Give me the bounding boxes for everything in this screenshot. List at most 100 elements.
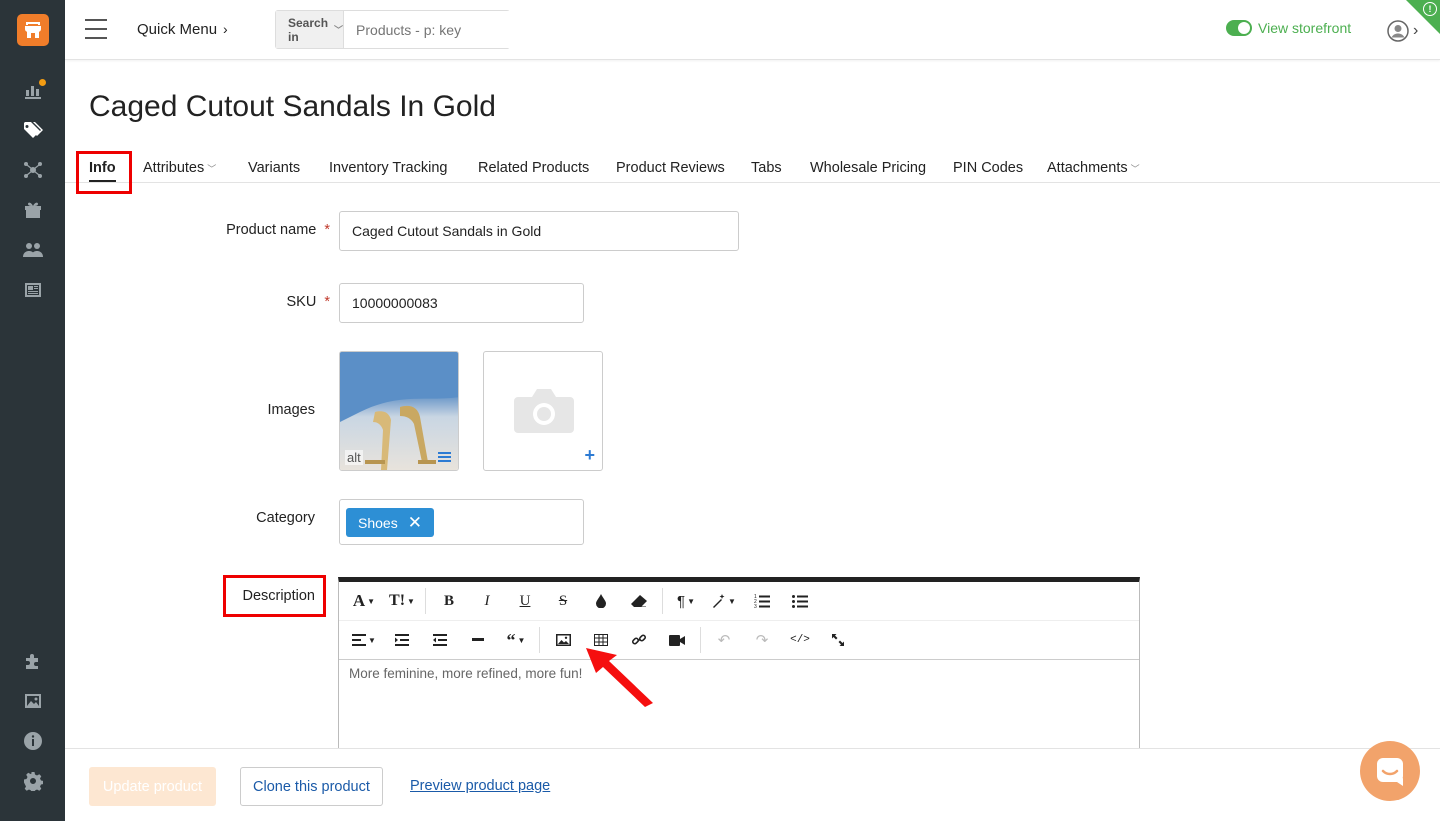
addons-puzzle-icon[interactable]	[22, 650, 44, 672]
update-product-button[interactable]: Update product	[89, 767, 216, 806]
add-image-slot[interactable]: +	[483, 351, 603, 471]
tab-label: Attributes	[143, 160, 205, 176]
sidebar	[0, 0, 65, 821]
quick-menu[interactable]: Quick Menu ›	[137, 21, 228, 38]
magic-style-icon[interactable]: ▼	[705, 586, 743, 616]
text-color-icon[interactable]	[582, 586, 620, 616]
camera-icon	[514, 389, 574, 433]
settings-gear-icon[interactable]	[22, 770, 44, 792]
bold-icon[interactable]: B	[430, 586, 468, 616]
chevron-down-icon: ﹀	[1130, 164, 1140, 174]
tab-pin-codes[interactable]: PIN Codes	[953, 160, 1023, 176]
required-mark: *	[324, 222, 330, 238]
unordered-list-icon[interactable]	[781, 586, 819, 616]
video-icon[interactable]	[658, 625, 696, 655]
dashboard-icon[interactable]	[22, 79, 46, 101]
description-editor: A ▼ T! ▼ B I U S ¶ ▼ ▼ 123 ▼ “ ▼ ↶ ↷ </>…	[338, 577, 1140, 757]
align-icon[interactable]: ▼	[345, 625, 383, 655]
chevron-down-icon: ﹀	[207, 164, 217, 174]
fullscreen-icon[interactable]	[819, 625, 857, 655]
chevron-down-icon: ﹀	[334, 25, 344, 35]
chat-support-button[interactable]	[1360, 741, 1420, 801]
tab-wholesale-pricing[interactable]: Wholesale Pricing	[810, 160, 926, 176]
marketing-icon[interactable]	[22, 159, 44, 181]
product-name-label-text: Product name	[226, 222, 317, 238]
tab-label: Attachments	[1047, 160, 1128, 176]
tab-attributes[interactable]: Attributes ﹀	[143, 160, 216, 176]
undo-icon[interactable]: ↶	[705, 625, 743, 655]
footer-actions: Update product Clone this product Previe…	[65, 748, 1440, 821]
code-view-icon[interactable]: </>	[781, 625, 819, 655]
tab-label: PIN Codes	[953, 160, 1024, 176]
underline-icon[interactable]: U	[506, 586, 544, 616]
top-header: Quick Menu › Search in ﹀ View storefront ›…	[65, 0, 1440, 60]
toolbar-separator	[662, 588, 663, 614]
required-mark: *	[324, 294, 330, 310]
sku-input[interactable]	[339, 283, 584, 323]
tab-label: Tabs	[751, 160, 782, 176]
product-image-thumbnail[interactable]: alt	[339, 351, 459, 471]
gift-icon[interactable]	[22, 199, 44, 221]
view-storefront-label: View storefront	[1258, 20, 1352, 36]
editor-toolbar-row-2: ▼ “▼ ↶ ↷ </>	[339, 621, 1139, 660]
horizontal-rule-icon[interactable]	[459, 625, 497, 655]
search-input[interactable]	[344, 11, 538, 48]
app-logo[interactable]	[17, 14, 49, 46]
quick-menu-label: Quick Menu	[137, 21, 218, 38]
hamburger-menu-icon[interactable]	[85, 19, 107, 39]
sku-label: SKU *	[130, 294, 330, 310]
product-name-label: Product name *	[130, 222, 330, 238]
category-chip-label: Shoes	[358, 514, 398, 531]
svg-text:3: 3	[754, 604, 757, 608]
tab-attachments[interactable]: Attachments ﹀	[1047, 160, 1140, 176]
outdent-icon[interactable]	[421, 625, 459, 655]
paragraph-icon[interactable]: ¶ ▼	[667, 586, 705, 616]
blockquote-icon[interactable]: “▼	[497, 625, 535, 655]
description-label: Description	[242, 588, 315, 604]
indent-icon[interactable]	[383, 625, 421, 655]
sku-label-text: SKU	[286, 294, 317, 310]
category-selector[interactable]: Shoes ✕	[339, 499, 584, 545]
font-size-icon[interactable]: T! ▼	[383, 586, 421, 616]
redo-icon[interactable]: ↷	[743, 625, 781, 655]
alert-icon: !	[1423, 2, 1437, 16]
tab-related-products[interactable]: Related Products	[478, 160, 589, 176]
view-storefront-link[interactable]: View storefront	[1226, 20, 1351, 36]
info-icon[interactable]	[22, 730, 44, 752]
red-arrow-annotation	[586, 648, 653, 707]
tab-label: Variants	[248, 160, 301, 176]
highlight-box-info-tab	[76, 151, 132, 194]
storefront-toggle[interactable]	[1226, 20, 1252, 36]
preview-product-page-link[interactable]: Preview product page	[410, 778, 550, 794]
design-image-icon[interactable]	[22, 690, 44, 712]
font-family-icon[interactable]: A ▼	[345, 586, 383, 616]
strikethrough-icon[interactable]: S	[544, 586, 582, 616]
eraser-icon[interactable]	[620, 586, 658, 616]
image-alt-label: alt	[345, 450, 363, 465]
images-label: Images	[267, 402, 315, 418]
tab-tabs[interactable]: Tabs	[751, 160, 782, 176]
chevron-right-icon: ›	[223, 21, 228, 37]
ordered-list-icon[interactable]: 123	[743, 586, 781, 616]
search-scope-dropdown[interactable]: Search in ﹀	[276, 11, 345, 48]
description-text[interactable]: More feminine, more refined, more fun!	[349, 666, 582, 681]
content-icon[interactable]	[22, 279, 44, 301]
search-scope-label: Search in	[288, 15, 329, 44]
tab-inventory-tracking[interactable]: Inventory Tracking	[329, 160, 447, 176]
tab-product-reviews[interactable]: Product Reviews	[616, 160, 725, 176]
product-name-input[interactable]	[339, 211, 739, 251]
category-chip: Shoes ✕	[346, 508, 434, 537]
remove-chip-close-icon[interactable]: ✕	[408, 513, 422, 533]
tab-label: Product Reviews	[616, 160, 725, 176]
tab-variants[interactable]: Variants	[248, 160, 300, 176]
toolbar-separator	[700, 627, 701, 653]
customers-icon[interactable]	[22, 239, 44, 261]
insert-image-icon[interactable]	[544, 625, 582, 655]
chat-icon	[1377, 758, 1403, 786]
image-menu-icon[interactable]	[438, 452, 451, 462]
italic-icon[interactable]: I	[468, 586, 506, 616]
tab-label: Wholesale Pricing	[810, 160, 927, 176]
clone-product-button[interactable]: Clone this product	[240, 767, 383, 806]
notification-dot	[39, 79, 46, 86]
products-tags-icon[interactable]	[22, 119, 44, 141]
